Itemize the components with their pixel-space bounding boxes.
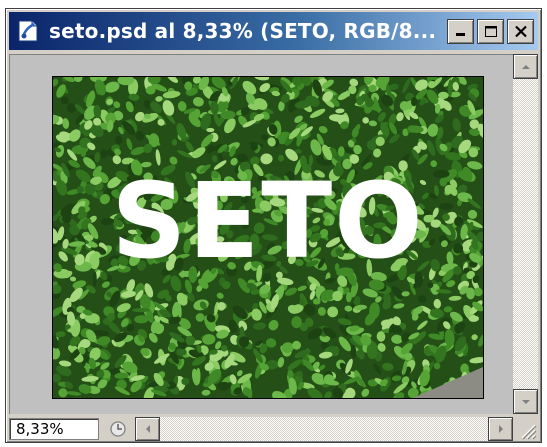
canvas-overlay-text: SETO: [111, 160, 425, 282]
arrow-right-icon: [498, 425, 503, 433]
status-menu-icon: [110, 421, 126, 437]
resize-grip[interactable]: [513, 417, 538, 441]
close-button[interactable]: [507, 18, 534, 44]
resize-grip-icon: [521, 424, 537, 440]
scroll-left-button[interactable]: [135, 417, 160, 441]
document-area[interactable]: SETO: [9, 54, 513, 414]
scroll-down-button[interactable]: [513, 389, 538, 414]
document-window[interactable]: seto.psd al 8,33% (SETO, RGB/8... SETO 8…: [5, 8, 542, 443]
vertical-scrollbar[interactable]: [513, 54, 538, 414]
image-canvas[interactable]: SETO: [52, 76, 484, 399]
maximize-button[interactable]: [477, 18, 504, 44]
minimize-icon: [455, 33, 465, 36]
status-bar: 8,33%: [9, 417, 513, 441]
minimize-button[interactable]: [447, 18, 474, 44]
scroll-right-button[interactable]: [488, 417, 513, 441]
arrow-left-icon: [145, 425, 150, 433]
horizontal-scrollbar[interactable]: [135, 417, 513, 441]
photoshop-document-icon: [18, 20, 38, 42]
scroll-up-button[interactable]: [513, 54, 538, 79]
window-title: seto.psd al 8,33% (SETO, RGB/8...: [49, 19, 437, 43]
title-bar[interactable]: seto.psd al 8,33% (SETO, RGB/8...: [9, 12, 538, 50]
arrow-up-icon: [521, 64, 530, 69]
zoom-level-field[interactable]: 8,33%: [9, 418, 99, 440]
close-icon: [514, 25, 527, 37]
status-menu-button[interactable]: [103, 418, 133, 440]
maximize-icon: [484, 25, 497, 37]
arrow-down-icon: [521, 399, 530, 404]
